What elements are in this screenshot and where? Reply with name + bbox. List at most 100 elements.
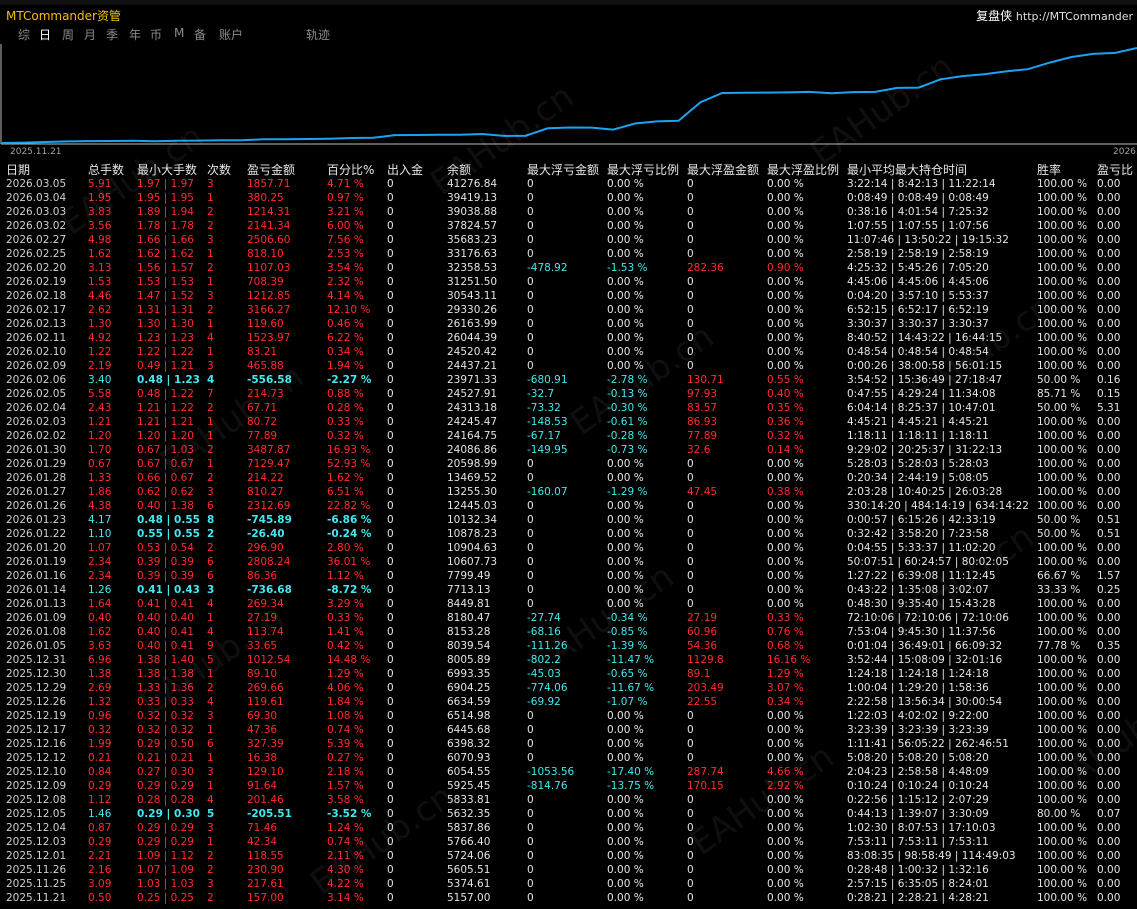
tab-2[interactable]: 周 [62, 26, 74, 43]
column-header-10[interactable]: 最大浮盈金额 [687, 161, 759, 178]
table-row[interactable]: 2026.01.29 0.67 0.67 | 0.67 1 7129.47 52.93 %… [0, 457, 1137, 471]
cell-col-1: 1.22 [88, 346, 112, 358]
tab-6[interactable]: 币 [150, 26, 162, 43]
table-row[interactable]: 2025.12.10 0.84 0.27 | 0.30 3 129.10 2.18 % 0 6… [0, 765, 1137, 779]
table-row[interactable]: 2026.02.09 2.19 0.49 | 1.21 3 465.88 1.94 % 0 2… [0, 359, 1137, 373]
table-row[interactable]: 2026.02.25 1.62 1.62 | 1.62 1 818.10 2.53 % 0 3… [0, 247, 1137, 261]
table-row[interactable]: 2026.02.11 4.92 1.23 | 1.23 4 1523.97 6.22 % 0… [0, 331, 1137, 345]
cell-col-0: 2026.02.06 [6, 374, 67, 386]
cell-col-8: 0 [527, 332, 534, 344]
cell-col-8: -148.53 [527, 416, 568, 428]
tab-8[interactable]: 备 [194, 26, 206, 43]
table-row[interactable]: 2026.02.17 2.62 1.31 | 1.31 2 3166.27 12.10 %… [0, 303, 1137, 317]
table-row[interactable]: 2025.12.19 0.96 0.32 | 0.32 3 69.30 1.08 % 0 65… [0, 709, 1137, 723]
table-row[interactable]: 2025.11.21 0.50 0.25 | 0.25 2 157.00 3.14 % 0 5… [0, 891, 1137, 905]
cell-col-6: 0 [387, 444, 394, 456]
table-row[interactable]: 2026.02.02 1.20 1.20 | 1.20 1 77.89 0.32 % 0 24… [0, 429, 1137, 443]
column-header-9[interactable]: 最大浮亏比例 [607, 161, 679, 178]
cell-col-4: -745.89 [247, 514, 292, 526]
table-row[interactable]: 2025.12.26 1.32 0.33 | 0.33 4 119.61 1.84 % 0 6… [0, 695, 1137, 709]
cell-col-11: 0.00 % [767, 808, 804, 820]
table-row[interactable]: 2026.01.22 1.10 0.55 | 0.55 2 -26.40 -0.24 % 0… [0, 527, 1137, 541]
cell-col-3: 3 [207, 360, 214, 372]
table-row[interactable]: 2025.11.26 2.16 1.07 | 1.09 2 230.90 4.30 % 0 5… [0, 863, 1137, 877]
cell-col-14: 0.00 [1097, 710, 1121, 722]
table-row[interactable]: 2026.02.03 1.21 1.21 | 1.21 1 80.72 0.33 % 0 24… [0, 415, 1137, 429]
cell-col-12: 3:52:44 | 15:08:09 | 32:01:16 [847, 654, 1003, 666]
tab-7[interactable]: M [174, 26, 184, 40]
cell-col-5: 1.29 % [327, 668, 364, 680]
table-row[interactable]: 2026.01.28 1.33 0.66 | 0.67 2 214.22 1.62 % 0 1… [0, 471, 1137, 485]
table-row[interactable]: 2025.12.12 0.21 0.21 | 0.21 1 16.38 0.27 % 0 60… [0, 751, 1137, 765]
cell-col-6: 0 [387, 276, 394, 288]
cell-col-7: 8005.89 [447, 654, 491, 666]
table-row[interactable]: 2026.01.13 1.64 0.41 | 0.41 4 269.34 3.29 % 0 8… [0, 597, 1137, 611]
cell-col-1: 0.96 [88, 710, 112, 722]
table-row[interactable]: 2026.01.30 1.70 0.67 | 1.03 2 3487.87 16.93 %… [0, 443, 1137, 457]
table-row[interactable]: 2026.01.09 0.40 0.40 | 0.40 1 27.19 0.33 % 0 81… [0, 611, 1137, 625]
column-header-5[interactable]: 百分比% [327, 161, 374, 178]
table-row[interactable]: 2026.02.10 1.22 1.22 | 1.22 1 83.21 0.34 % 0 24… [0, 345, 1137, 359]
column-header-3[interactable]: 次数 [207, 161, 231, 178]
column-header-12[interactable]: 最小平均最大持仓时间 [847, 161, 967, 178]
tab-0[interactable]: 综 [18, 26, 30, 43]
table-row[interactable]: 2026.01.14 1.26 0.41 | 0.43 3 -736.68 -8.72 %… [0, 583, 1137, 597]
tab-5[interactable]: 年 [129, 26, 141, 43]
column-header-6[interactable]: 出入金 [387, 161, 423, 178]
table-row[interactable]: 2026.03.04 1.95 1.95 | 1.95 1 380.25 0.97 % 0 3… [0, 191, 1137, 205]
table-row[interactable]: 2026.01.08 1.62 0.40 | 0.41 4 113.74 1.41 % 0 8… [0, 625, 1137, 639]
table-row[interactable]: 2025.12.09 0.29 0.29 | 0.29 1 91.64 1.57 % 0 59… [0, 779, 1137, 793]
table-row[interactable]: 2025.12.29 2.69 1.33 | 1.36 2 269.66 4.06 % 0 6… [0, 681, 1137, 695]
tab-4[interactable]: 季 [106, 26, 118, 43]
tab-9[interactable]: 账户 [219, 26, 243, 43]
table-row[interactable]: 2026.01.27 1.86 0.62 | 0.62 3 810.27 6.51 % 0 1… [0, 485, 1137, 499]
table-row[interactable]: 2026.01.26 4.38 0.40 | 1.38 6 2312.69 22.82 %… [0, 499, 1137, 513]
column-header-0[interactable]: 日期 [6, 161, 30, 178]
table-row[interactable]: 2026.02.19 1.53 1.53 | 1.53 1 708.39 2.32 % 0 3… [0, 275, 1137, 289]
cell-col-13: 100.00 % [1037, 710, 1088, 722]
tab-3[interactable]: 月 [84, 26, 96, 43]
table-row[interactable]: 2025.12.01 2.21 1.09 | 1.12 2 118.55 2.11 % 0 5… [0, 849, 1137, 863]
column-header-2[interactable]: 最小大手数 [137, 161, 197, 178]
table-row[interactable]: 2026.03.02 3.56 1.78 | 1.78 2 2141.34 6.00 % 0… [0, 219, 1137, 233]
table-row[interactable]: 2026.02.13 1.30 1.30 | 1.30 1 119.60 0.46 % 0 2… [0, 317, 1137, 331]
table-row[interactable]: 2026.03.03 3.83 1.89 | 1.94 2 1214.31 3.21 % 0… [0, 205, 1137, 219]
table-row[interactable]: 2026.02.05 5.58 0.48 | 1.22 7 214.73 0.88 % 0 2… [0, 387, 1137, 401]
column-header-4[interactable]: 盈亏金额 [247, 161, 295, 178]
column-header-1[interactable]: 总手数 [88, 161, 124, 178]
table-row[interactable]: 2026.02.20 3.13 1.56 | 1.57 2 1107.03 3.54 % 0… [0, 261, 1137, 275]
cell-col-5: 2.32 % [327, 276, 364, 288]
table-row[interactable]: 2025.12.17 0.32 0.32 | 0.32 1 47.36 0.74 % 0 64… [0, 723, 1137, 737]
column-header-7[interactable]: 余额 [447, 161, 471, 178]
table-row[interactable]: 2026.01.19 2.34 0.39 | 0.39 6 2808.24 36.01 %… [0, 555, 1137, 569]
table-row[interactable]: 2026.01.23 4.17 0.48 | 0.55 8 -745.89 -6.86 %… [0, 513, 1137, 527]
table-row[interactable]: 2026.01.20 1.07 0.53 | 0.54 2 296.90 2.80 % 0 1… [0, 541, 1137, 555]
table-row[interactable]: 2026.03.05 5.91 1.97 | 1.97 3 1857.71 4.71 % 0… [0, 177, 1137, 191]
table-row[interactable]: 2026.02.18 4.46 1.47 | 1.52 3 1212.85 4.14 % 0… [0, 289, 1137, 303]
column-header-14[interactable]: 盈亏比 [1097, 161, 1133, 178]
table-row[interactable]: 2025.12.03 0.29 0.29 | 0.29 1 42.34 0.74 % 0 57… [0, 835, 1137, 849]
tab-10[interactable]: 轨迹 [306, 26, 330, 43]
cell-col-6: 0 [387, 598, 394, 610]
cell-col-9: 0.00 % [607, 304, 644, 316]
table-row[interactable]: 2025.12.31 6.96 1.38 | 1.40 5 1012.54 14.48 %… [0, 653, 1137, 667]
column-header-13[interactable]: 胜率 [1037, 161, 1061, 178]
brand-url[interactable]: http://MTCommander [1016, 10, 1133, 23]
table-row[interactable]: 2025.12.08 1.12 0.28 | 0.28 4 201.46 3.58 % 0 5… [0, 793, 1137, 807]
table-row[interactable]: 2025.12.04 0.87 0.29 | 0.29 3 71.46 1.24 % 0 58… [0, 821, 1137, 835]
table-row[interactable]: 2025.12.05 1.46 0.29 | 0.30 5 -205.51 -3.52 %… [0, 807, 1137, 821]
table-row[interactable]: 2026.01.05 3.63 0.40 | 0.41 9 33.65 0.42 % 0 80… [0, 639, 1137, 653]
cell-col-0: 2026.01.29 [6, 458, 67, 470]
column-header-8[interactable]: 最大浮亏金额 [527, 161, 599, 178]
cell-col-0: 2026.02.11 [6, 332, 67, 344]
cell-col-11: 0.00 % [767, 192, 804, 204]
table-row[interactable]: 2025.11.25 3.09 1.03 | 1.03 3 217.61 4.22 % 0 5… [0, 877, 1137, 891]
tab-1[interactable]: 日 [39, 26, 51, 43]
table-row[interactable]: 2026.02.06 3.40 0.48 | 1.23 4 -556.58 -2.27 %… [0, 373, 1137, 387]
column-header-11[interactable]: 最大浮盈比例 [767, 161, 839, 178]
table-row[interactable]: 2025.12.30 1.38 1.38 | 1.38 1 89.10 1.29 % 0 69… [0, 667, 1137, 681]
table-row[interactable]: 2026.01.16 2.34 0.39 | 0.39 6 86.36 1.12 % 0 77… [0, 569, 1137, 583]
table-row[interactable]: 2026.02.04 2.43 1.21 | 1.22 2 67.71 0.28 % 0 24… [0, 401, 1137, 415]
table-row[interactable]: 2025.12.16 1.99 0.29 | 0.50 6 327.39 5.39 % 0 6… [0, 737, 1137, 751]
table-row[interactable]: 2026.02.27 4.98 1.66 | 1.66 3 2506.60 7.56 % 0… [0, 233, 1137, 247]
